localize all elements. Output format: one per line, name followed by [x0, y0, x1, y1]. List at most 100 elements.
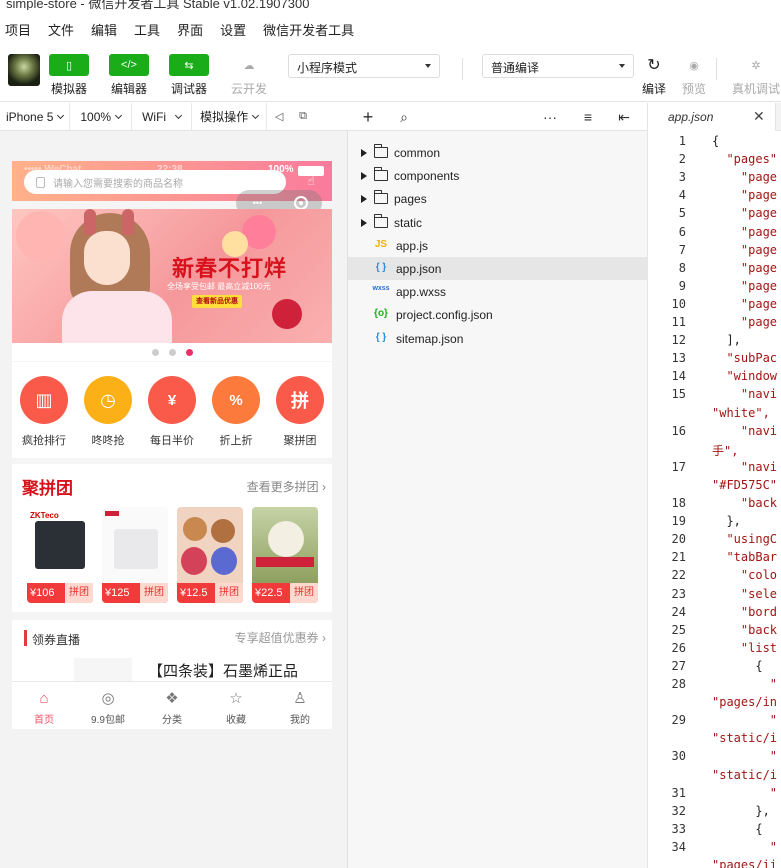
- code-line: {: [712, 658, 763, 673]
- star-icon: ☆: [229, 690, 243, 707]
- code-line: "page: [712, 206, 778, 221]
- produce-shape: [268, 521, 304, 557]
- file-row[interactable]: JS app.js: [348, 234, 648, 257]
- toolbar: ▯ 模拟器 </> 编辑器 ⇆ 调试器 ☁ 云开发 小程序模式 普通编译 ↻ 编…: [0, 46, 781, 102]
- category-discount[interactable]: % 折上折: [206, 376, 266, 448]
- carousel-dot[interactable]: [151, 348, 159, 356]
- category-flash[interactable]: ◷ 咚咚抢: [78, 376, 138, 448]
- code-line: "tabBar: [712, 550, 778, 565]
- group-more-link[interactable]: 查看更多拼团 ›: [247, 478, 326, 495]
- product-image: [102, 507, 168, 583]
- file-row-selected[interactable]: { } app.json: [348, 257, 648, 280]
- debugger-label: 调试器: [170, 82, 207, 96]
- file-row[interactable]: {o} project.config.json: [348, 303, 648, 326]
- chevron-down-icon: [57, 111, 65, 119]
- tab-free-shipping[interactable]: ◎ 9.9包邮: [76, 682, 140, 729]
- folder-name: static: [394, 215, 423, 230]
- tab-category[interactable]: ❖ 分类: [140, 682, 204, 729]
- bug-icon: ✲: [736, 54, 776, 76]
- code-line: },: [712, 514, 741, 529]
- sim-ops-dropdown[interactable]: 模拟操作: [192, 102, 268, 131]
- sim-ops-value: 模拟操作: [200, 110, 249, 124]
- menu-project[interactable]: 项目: [3, 20, 33, 39]
- more-icon[interactable]: ···: [540, 107, 560, 127]
- category-rank[interactable]: ▥ 疯抢排行: [14, 376, 74, 448]
- carousel-dot[interactable]: [168, 348, 176, 356]
- category-half-price[interactable]: ¥ 每日半价: [142, 376, 202, 448]
- banner-button[interactable]: 查看新品优惠: [192, 295, 242, 308]
- group-item[interactable]: ¥12.5 拼团: [177, 507, 243, 603]
- preview-button[interactable]: ◉ 预览: [674, 54, 714, 97]
- remote-debug-button[interactable]: ✲ 真机调试: [732, 54, 780, 97]
- collapse-icon[interactable]: ⇤: [614, 107, 634, 127]
- tab-profile[interactable]: ♙ 我的: [268, 682, 332, 729]
- folder-row[interactable]: common: [348, 141, 648, 164]
- tab-favorites[interactable]: ☆ 收藏: [204, 682, 268, 729]
- add-icon[interactable]: +: [358, 107, 378, 127]
- debugger-button[interactable]: ⇆ 调试器: [169, 54, 209, 97]
- code-line: ": [712, 839, 778, 854]
- cloud-icon: ☁: [229, 54, 269, 76]
- editor-button[interactable]: </> 编辑器: [109, 54, 149, 97]
- zoom-dropdown[interactable]: 100%: [70, 102, 133, 131]
- file-row[interactable]: wxss app.wxss: [348, 280, 648, 303]
- code-line: "page: [712, 296, 778, 311]
- code-line: "static/i: [712, 767, 778, 782]
- product-title[interactable]: 【四条装】石墨烯正品: [148, 660, 298, 681]
- expand-arrow-icon[interactable]: [361, 149, 367, 157]
- mode-select[interactable]: 小程序模式: [288, 54, 440, 78]
- menu-edit[interactable]: 编辑: [89, 20, 119, 39]
- expand-arrow-icon[interactable]: [361, 218, 367, 227]
- mode-value: 小程序模式: [297, 61, 358, 75]
- line-number: 31: [671, 785, 686, 800]
- category-group-buy[interactable]: 拼 聚拼团: [270, 376, 330, 448]
- group-item[interactable]: ZKTeco ¥106 拼团: [27, 507, 93, 603]
- more-dots-icon[interactable]: •••: [251, 199, 265, 208]
- group-item[interactable]: ¥125 拼团: [102, 507, 168, 603]
- home-icon: ⌂: [39, 689, 49, 707]
- code-line: "usingC: [712, 532, 778, 547]
- menu-file[interactable]: 文件: [46, 20, 76, 39]
- menu-tools[interactable]: 工具: [132, 20, 162, 39]
- brand-logo: [105, 511, 119, 516]
- folder-row[interactable]: static: [348, 211, 648, 234]
- file-row[interactable]: { } sitemap.json: [348, 327, 648, 350]
- volume-icon[interactable]: ◁: [267, 103, 291, 131]
- editor-tab-app-json[interactable]: app.json ✕: [648, 103, 776, 131]
- tab-home[interactable]: ⌂ 首页: [12, 682, 76, 729]
- product-image: [177, 507, 243, 583]
- search-icon[interactable]: ⌕: [394, 107, 414, 127]
- live-more-link[interactable]: 专享超值优惠券 ›: [235, 629, 326, 646]
- sort-icon[interactable]: ≡: [578, 107, 598, 127]
- line-number: 13: [671, 351, 686, 366]
- detach-window-icon[interactable]: ⧉: [291, 103, 315, 131]
- sliders-icon: ⇆: [169, 54, 209, 76]
- folder-row[interactable]: pages: [348, 187, 648, 210]
- group-item[interactable]: ¥22.5 拼团: [252, 507, 318, 603]
- network-dropdown[interactable]: WiFi: [132, 102, 193, 131]
- expand-arrow-icon[interactable]: [361, 172, 367, 181]
- code-line: "pages/ii: [712, 858, 778, 868]
- close-target-icon[interactable]: [293, 196, 308, 210]
- simulator-button[interactable]: ▯ 模拟器: [49, 54, 89, 97]
- file-explorer: + ⌕ ··· ≡ ⇤ common components pages stat…: [348, 103, 648, 868]
- folder-row[interactable]: components: [348, 164, 648, 187]
- user-avatar[interactable]: [8, 54, 40, 86]
- cloud-button[interactable]: ☁ 云开发: [229, 54, 269, 97]
- category-label: 折上折: [219, 435, 253, 447]
- compile-mode-select[interactable]: 普通编译: [482, 54, 634, 78]
- code-line: "page: [712, 260, 778, 275]
- close-icon[interactable]: ✕: [753, 108, 765, 125]
- carousel-dot-active[interactable]: [185, 348, 193, 356]
- expand-arrow-icon[interactable]: [361, 195, 367, 204]
- file-name: project.config.json: [396, 308, 493, 323]
- line-number: 33: [671, 821, 686, 836]
- promo-banner[interactable]: 新春不打烊 全场享受包邮 最高立减100元 查看新品优惠: [12, 209, 332, 343]
- line-number: 34: [671, 839, 686, 854]
- menu-settings[interactable]: 设置: [218, 20, 248, 39]
- menu-view[interactable]: 界面: [175, 20, 205, 39]
- device-model-dropdown[interactable]: iPhone 5: [0, 102, 71, 131]
- menu-wechat-devtools[interactable]: 微信开发者工具: [261, 20, 356, 39]
- cloud-label: 云开发: [230, 82, 267, 96]
- category-label: 聚拼团: [283, 435, 317, 447]
